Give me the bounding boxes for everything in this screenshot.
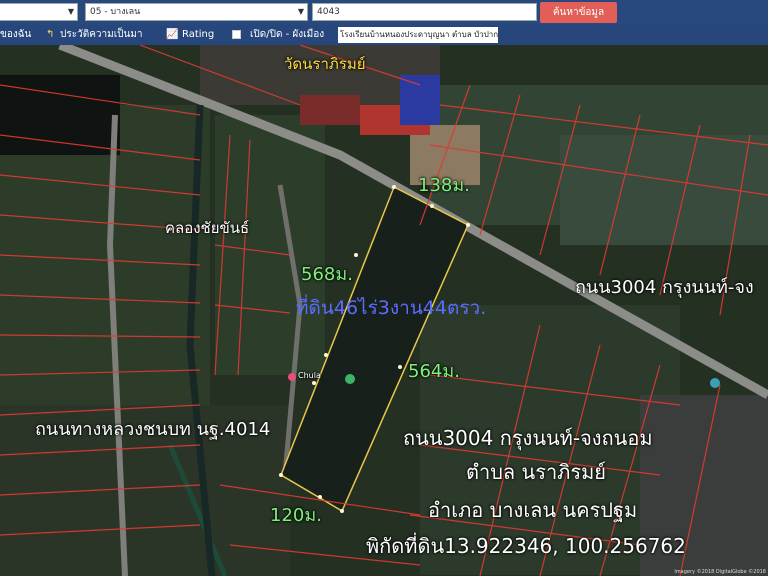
land-area-label: ที่ดิน46ไร่3งาน44ตรว. xyxy=(296,297,487,319)
parcel-number-value: 4043 xyxy=(317,7,340,17)
temple-label: วัดนราภิรมย์ xyxy=(284,55,366,73)
history-link[interactable]: ประวัติความเป็นมา xyxy=(60,28,143,42)
chevron-down-icon: ▼ xyxy=(67,7,74,16)
info-road-label: ถนน3004 กรุงนนท์-จงถนอม xyxy=(403,426,653,450)
canal-label: คลองชัยขันธ์ xyxy=(165,219,250,237)
province-select[interactable]: ▼ xyxy=(0,3,78,21)
rating-link[interactable]: Rating xyxy=(182,28,214,42)
info-amphoe-label: อำเภอ บางเลน นครปฐม xyxy=(428,498,638,522)
left-side-length-label: 568ม. xyxy=(301,264,353,285)
rural-road-label: ถนนทางหลวงชนบท นฐ.4014 xyxy=(35,419,271,440)
top-side-length-label: 138ม. xyxy=(418,175,470,196)
road-3004-label: ถนน3004 กรุงนนท์-จง xyxy=(575,277,754,298)
top-search-bar: ▼ 05 - บางเลน ▼ 4043 ค้นหาข้อมูล xyxy=(0,0,768,25)
coordinates-label: พิกัดที่ดิน13.922346, 100.256762 xyxy=(366,534,686,558)
district-select[interactable]: 05 - บางเลน ▼ xyxy=(85,3,308,21)
satellite-map[interactable]: วัดนราภิรมย์ คลองชัยขันธ์ ถนน3004 กรุงนน… xyxy=(0,45,768,576)
search-button[interactable]: ค้นหาข้อมูล xyxy=(540,2,617,23)
history-icon: ↰ xyxy=(46,29,55,40)
info-tambon-label: ตำบล นราภิรมย์ xyxy=(466,460,606,484)
zoning-checkbox[interactable] xyxy=(232,30,241,39)
zoning-toggle-label: เปิด/ปิด - ผังเมือง xyxy=(250,29,325,40)
parcel-number-input[interactable]: 4043 xyxy=(312,3,537,21)
district-select-value: 05 - บางเลน xyxy=(90,7,141,17)
right-side-length-label: 564ม. xyxy=(408,361,460,382)
my-land-link[interactable]: ของฉัน xyxy=(0,28,31,42)
imagery-copyright: Imagery ©2018 DigitalGlobe ©2018 xyxy=(674,569,766,575)
bottom-side-length-label: 120ม. xyxy=(270,505,322,526)
place-search-input[interactable]: โรงเรียนบ้านหนองประดาบุญนา ตำบล บัวปาก xyxy=(338,27,498,43)
chevron-down-icon: ▼ xyxy=(297,7,304,16)
rating-icon: 📈 xyxy=(166,29,179,40)
poi-label: Chula xyxy=(298,371,321,380)
map-toolbar: ของฉัน ↰ ประวัติความเป็นมา 📈 Rating เปิด… xyxy=(0,25,768,45)
